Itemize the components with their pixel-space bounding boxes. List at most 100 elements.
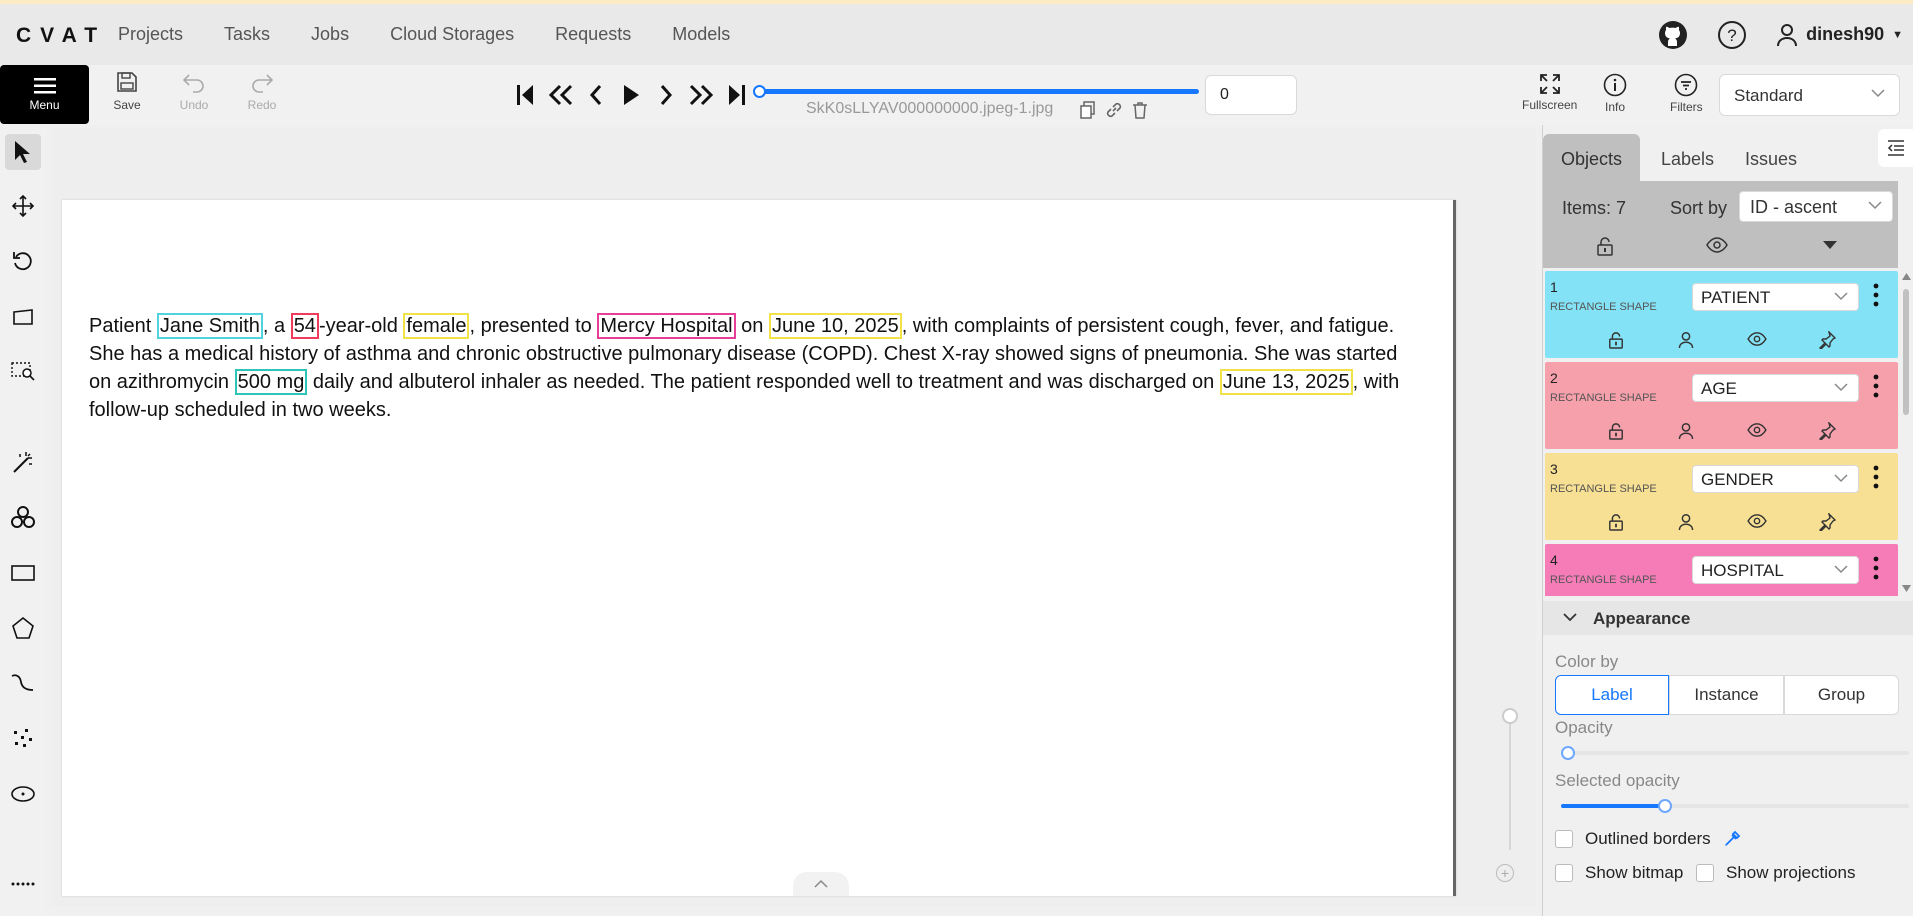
color-picker-icon[interactable] (1723, 830, 1741, 848)
polyline-tool[interactable] (5, 665, 41, 701)
pin-icon[interactable] (1818, 511, 1837, 536)
zoom-slider-handle[interactable] (1502, 708, 1518, 724)
points-tool[interactable] (5, 720, 41, 756)
tab-objects[interactable]: Objects (1543, 134, 1641, 181)
previous-frame-button[interactable] (578, 80, 613, 110)
selected-opacity-handle[interactable] (1658, 799, 1673, 813)
occluded-icon[interactable] (1678, 422, 1694, 445)
pin-icon[interactable] (1818, 329, 1837, 354)
frame-slider-handle[interactable] (753, 85, 766, 98)
lock-all-icon[interactable] (1596, 236, 1614, 256)
cursor-tool[interactable] (5, 134, 41, 170)
eye-icon[interactable] (1747, 331, 1767, 352)
object-list-scrollbar[interactable] (1900, 271, 1912, 596)
object-card[interactable]: 4 RECTANGLE SHAPE HOSPITAL (1545, 544, 1898, 596)
move-tool[interactable] (5, 188, 41, 224)
object-label-select[interactable]: HOSPITAL (1692, 556, 1859, 584)
annotated-span-pink[interactable]: Mercy Hospital (597, 313, 736, 339)
show-projections-checkbox[interactable]: Show projections (1696, 863, 1855, 883)
eye-all-icon[interactable] (1706, 236, 1728, 254)
checkbox-box[interactable] (1696, 864, 1714, 882)
undo-button[interactable]: Undo (169, 71, 219, 112)
first-frame-button[interactable] (508, 80, 543, 110)
sort-select[interactable]: ID - ascent (1739, 191, 1893, 222)
back-step-button[interactable] (543, 80, 578, 110)
pin-icon[interactable] (1818, 420, 1837, 445)
expand-bottom-panel-button[interactable] (793, 872, 849, 896)
github-icon[interactable] (1658, 20, 1688, 50)
delete-icon[interactable] (1132, 101, 1148, 119)
fullscreen-button[interactable]: Fullscreen (1522, 73, 1577, 112)
ai-tools[interactable] (5, 499, 41, 535)
lock-icon[interactable] (1608, 422, 1624, 445)
caret-down-icon[interactable] (1822, 236, 1838, 254)
object-label-select[interactable]: PATIENT (1692, 283, 1859, 311)
annotated-span-red[interactable]: 54 (290, 313, 319, 339)
show-bitmap-checkbox[interactable]: Show bitmap (1555, 863, 1683, 883)
play-button[interactable] (613, 80, 648, 110)
forward-step-button[interactable] (683, 80, 718, 110)
last-frame-button[interactable] (718, 80, 753, 110)
more-options-icon[interactable] (1873, 556, 1879, 580)
image-canvas[interactable] (62, 200, 1456, 896)
scroll-up-icon[interactable] (1902, 273, 1911, 280)
object-label-select[interactable]: GENDER (1692, 465, 1859, 493)
checkbox-box[interactable] (1555, 864, 1573, 882)
color-by-label-option[interactable]: Label (1555, 675, 1669, 715)
color-by-instance-option[interactable]: Instance (1669, 675, 1784, 715)
save-button[interactable]: Save (102, 71, 152, 112)
object-card[interactable]: 3 RECTANGLE SHAPE GENDER (1545, 453, 1898, 540)
info-button[interactable]: Info (1603, 73, 1627, 114)
eye-icon[interactable] (1747, 513, 1767, 534)
fit-image-tool[interactable] (5, 299, 41, 335)
link-icon[interactable] (1105, 101, 1123, 119)
collapse-sidebar-button[interactable] (1878, 129, 1913, 167)
occluded-icon[interactable] (1678, 513, 1694, 536)
rectangle-tool[interactable] (5, 555, 41, 591)
zoom-in-icon[interactable]: + (1496, 864, 1514, 882)
nav-models[interactable]: Models (672, 24, 730, 45)
appearance-header[interactable]: Appearance (1543, 601, 1913, 635)
copy-icon[interactable] (1080, 101, 1096, 119)
user-menu[interactable]: dinesh90 ▼ (1776, 23, 1903, 47)
color-by-group-option[interactable]: Group (1784, 675, 1899, 715)
zoom-slider[interactable] (1502, 708, 1518, 878)
annotated-span-yellow[interactable]: female (403, 313, 470, 339)
workspace-select[interactable]: Standard (1719, 74, 1900, 116)
redo-button[interactable]: Redo (237, 71, 287, 112)
outlined-borders-checkbox[interactable]: Outlined borders (1555, 829, 1741, 849)
tab-issues[interactable]: Issues (1727, 134, 1815, 181)
scrollbar-thumb[interactable] (1903, 289, 1909, 415)
more-options-icon[interactable] (1873, 374, 1879, 398)
nav-projects[interactable]: Projects (118, 24, 183, 45)
polygon-tool[interactable] (5, 610, 41, 646)
object-card[interactable]: 2 RECTANGLE SHAPE AGE (1545, 362, 1898, 449)
scroll-down-icon[interactable] (1902, 585, 1911, 592)
frame-slider[interactable] (753, 85, 1199, 98)
more-options-icon[interactable] (1873, 283, 1879, 307)
annotated-span-yellow[interactable]: June 10, 2025 (768, 313, 902, 339)
annotated-span-cyan[interactable]: Jane Smith (156, 313, 263, 339)
help-icon[interactable]: ? (1717, 20, 1747, 50)
nav-tasks[interactable]: Tasks (224, 24, 270, 45)
lock-icon[interactable] (1608, 331, 1624, 354)
annotated-span-teal[interactable]: 500 mg (234, 369, 308, 395)
zoom-region-tool[interactable] (5, 353, 41, 389)
annotated-span-yellow[interactable]: June 13, 2025 (1219, 369, 1353, 395)
more-tools[interactable] (5, 865, 41, 901)
nav-cloud-storages[interactable]: Cloud Storages (390, 24, 514, 45)
checkbox-box[interactable] (1555, 830, 1573, 848)
rotate-tool[interactable] (5, 243, 41, 279)
nav-jobs[interactable]: Jobs (311, 24, 349, 45)
filters-button[interactable]: Filters (1670, 73, 1703, 114)
eye-icon[interactable] (1747, 422, 1767, 443)
next-frame-button[interactable] (648, 80, 683, 110)
lock-icon[interactable] (1608, 513, 1624, 536)
object-label-select[interactable]: AGE (1692, 374, 1859, 402)
frame-number-input[interactable]: 0 (1205, 75, 1297, 115)
occluded-icon[interactable] (1678, 331, 1694, 354)
more-options-icon[interactable] (1873, 465, 1879, 489)
magic-wand-tool[interactable] (5, 445, 41, 481)
object-card[interactable]: 1 RECTANGLE SHAPE PATIENT (1545, 271, 1898, 358)
opacity-handle[interactable] (1561, 746, 1575, 760)
